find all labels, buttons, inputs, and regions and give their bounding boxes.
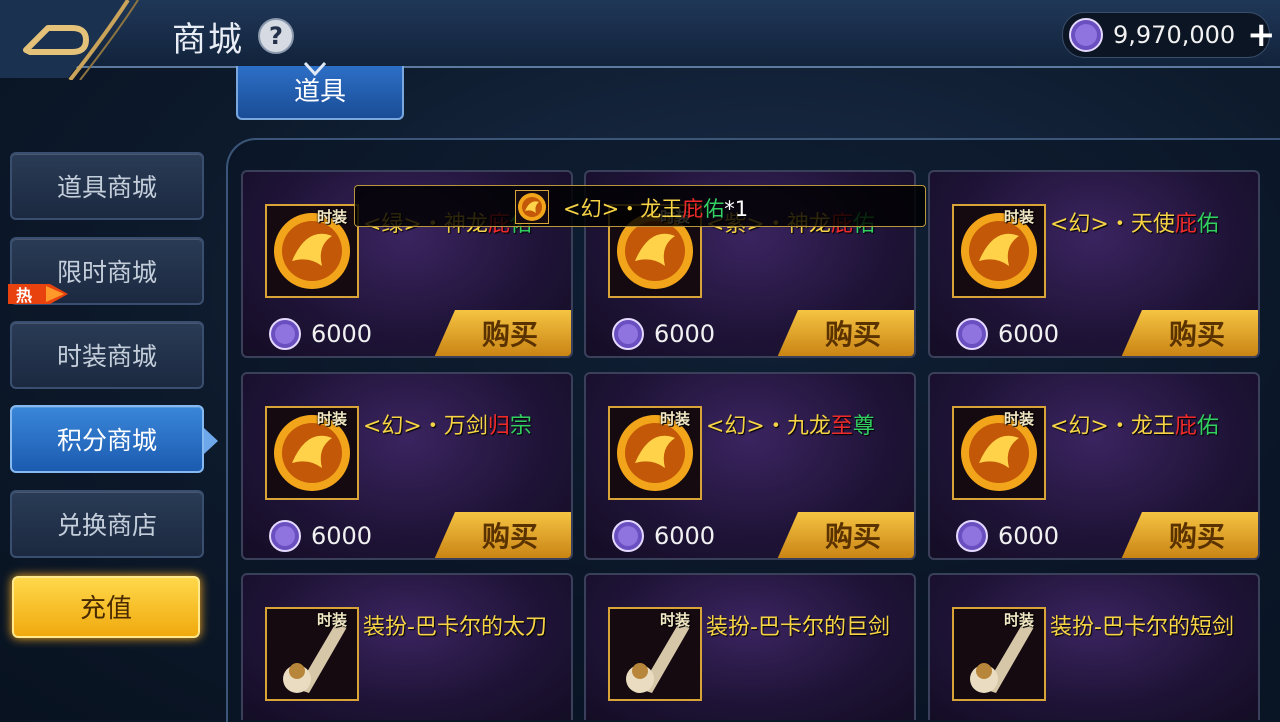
sidebar-item-exchange-shop[interactable]: 兑换商店: [10, 490, 204, 558]
fashion-tag: 时装: [1004, 611, 1035, 629]
premium-currency-icon: [269, 520, 301, 552]
product-name: <幻>・九龙至尊: [706, 414, 875, 439]
premium-currency-icon: [612, 520, 644, 552]
product-price: 6000: [998, 320, 1060, 348]
sidebar-item-points-mall[interactable]: 积分商城: [10, 405, 204, 473]
product-price: 6000: [311, 320, 373, 348]
product-card: 时装 <幻>・万剑归宗 6000 购买: [241, 372, 573, 560]
product-price: 6000: [654, 522, 716, 550]
product-card: 时装 装扮-巴卡尔的巨剑: [584, 573, 916, 720]
fashion-tag: 时装: [1004, 208, 1035, 226]
product-card: 时装 装扮-巴卡尔的太刀: [241, 573, 573, 720]
buy-button[interactable]: 购买: [433, 512, 571, 558]
premium-currency-icon: [612, 318, 644, 350]
hot-badge-icon: 热: [8, 284, 68, 305]
product-price: 6000: [998, 522, 1060, 550]
buy-button[interactable]: 购买: [1120, 512, 1258, 558]
premium-currency-icon: [269, 318, 301, 350]
fashion-tag: 时装: [317, 611, 348, 629]
fashion-tag: 时装: [660, 410, 691, 428]
currency-amount: 9,970,000: [1113, 21, 1236, 49]
product-name: 装扮-巴卡尔的巨剑: [706, 615, 890, 640]
currency-display: 9,970,000 +: [1062, 12, 1276, 58]
product-name: <幻>・万剑归宗: [363, 414, 532, 439]
buy-button[interactable]: 购买: [433, 310, 571, 356]
page-title: 商城: [172, 20, 244, 60]
product-card: 时装 <幻>・龙王庇佑 6000 购买: [928, 372, 1260, 560]
fashion-tag: 时装: [660, 611, 691, 629]
product-card: 时装 <幻>・九龙至尊 6000 购买: [584, 372, 916, 560]
product-card: 时装 装扮-巴卡尔的短剑: [928, 573, 1260, 720]
product-price: 6000: [654, 320, 716, 348]
recharge-button[interactable]: 充值: [12, 576, 200, 638]
premium-currency-icon: [956, 520, 988, 552]
add-currency-icon[interactable]: +: [1247, 15, 1276, 55]
help-icon[interactable]: ?: [258, 18, 294, 54]
tooltip-text: <幻>・龙王庇佑*1: [563, 197, 749, 221]
product-price: 6000: [311, 522, 373, 550]
fashion-tag: 时装: [317, 410, 348, 428]
fashion-tag: 时装: [317, 208, 348, 226]
fashion-tag: 时装: [1004, 410, 1035, 428]
active-pointer-icon: [204, 428, 218, 454]
product-name: <幻>・天使庇佑: [1050, 212, 1219, 237]
buy-button[interactable]: 购买: [776, 310, 914, 356]
product-card: 时装 <幻>・天使庇佑 6000 购买: [928, 170, 1260, 358]
item-tooltip: <幻>・龙王庇佑*1: [354, 185, 926, 227]
sidebar-item-item-mall[interactable]: 道具商城: [10, 152, 204, 220]
product-name: 装扮-巴卡尔的短剑: [1050, 615, 1234, 640]
buy-button[interactable]: 购买: [776, 512, 914, 558]
back-arrow-icon: [0, 0, 139, 82]
product-name: 装扮-巴卡尔的太刀: [363, 615, 547, 640]
sidebar-item-fashion-mall[interactable]: 时装商城: [10, 321, 204, 389]
product-name: <幻>・龙王庇佑: [1050, 414, 1219, 439]
premium-currency-icon: [956, 318, 988, 350]
back-button[interactable]: [0, 0, 150, 82]
phoenix-emblem-icon: [515, 190, 549, 224]
premium-currency-icon: [1069, 18, 1103, 52]
hot-badge-label: 热: [16, 286, 32, 305]
buy-button[interactable]: 购买: [1120, 310, 1258, 356]
tab-indicator-icon: [304, 62, 326, 76]
